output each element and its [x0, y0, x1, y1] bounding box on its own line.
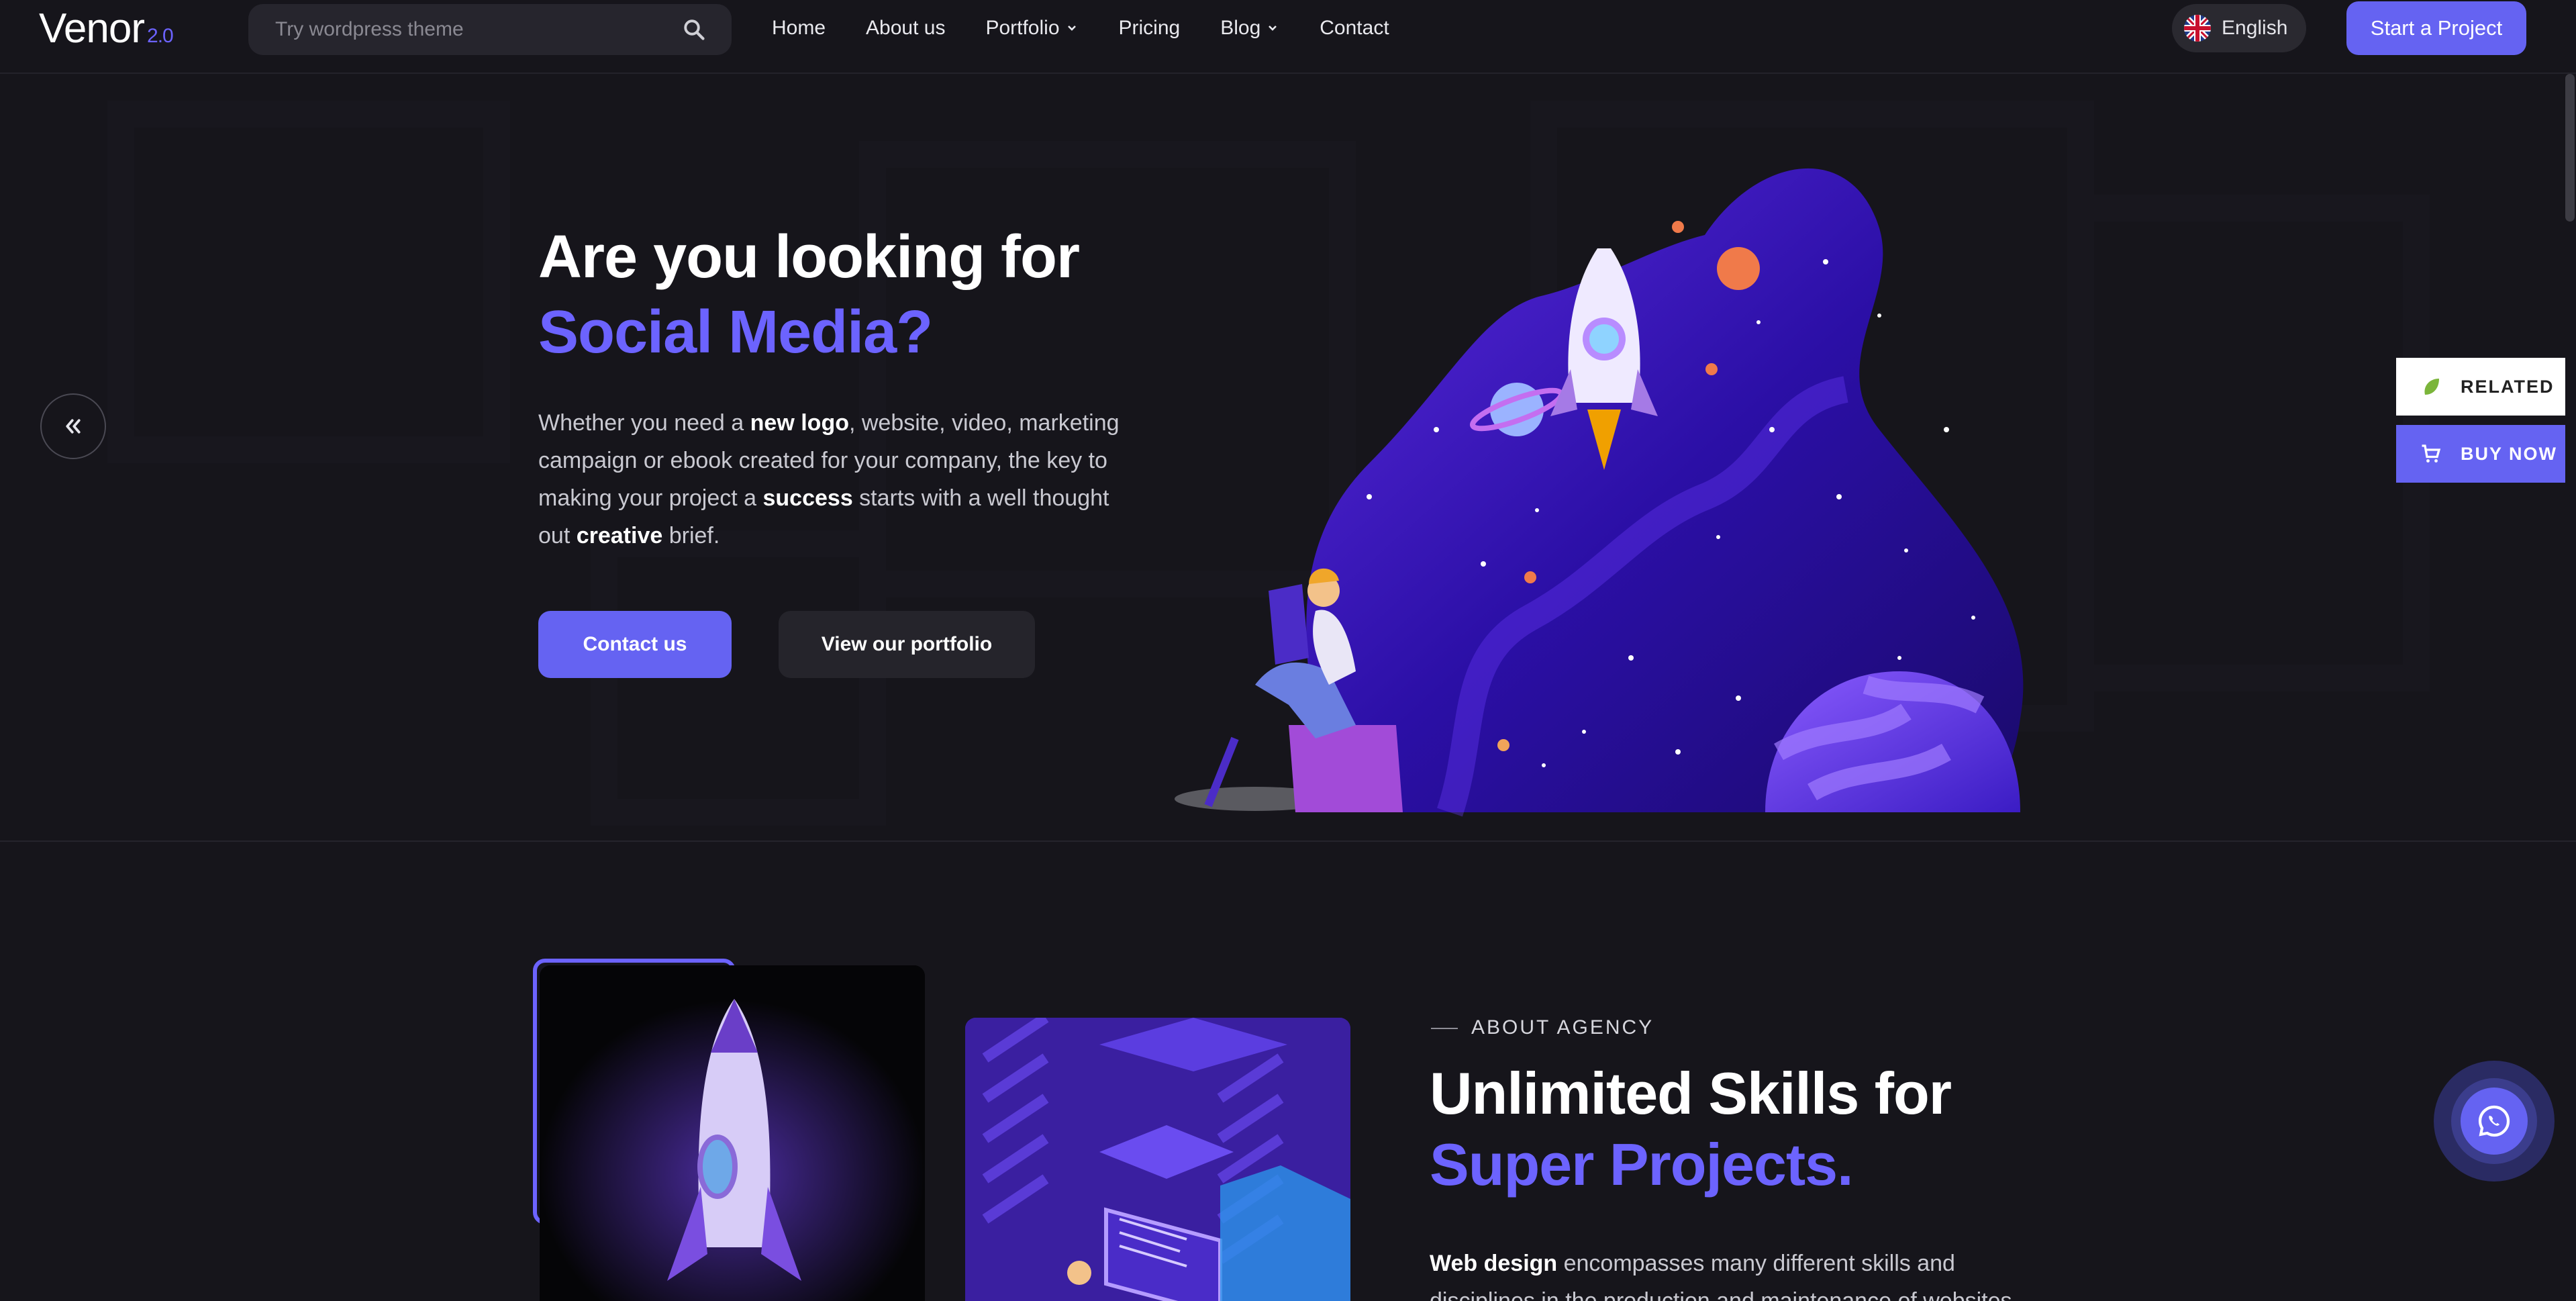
- language-switcher[interactable]: English: [2172, 4, 2306, 52]
- menu-item-blog[interactable]: Blog: [1220, 15, 1279, 42]
- menu-item-pricing[interactable]: Pricing: [1119, 15, 1181, 42]
- menu-item-about[interactable]: About us: [866, 15, 945, 42]
- about-title-highlight: Super Projects.: [1430, 1131, 1854, 1198]
- menu-item-label: Pricing: [1118, 17, 1181, 39]
- main-menu: Home About us Portfolio Pricing Blog Con…: [772, 15, 1430, 42]
- view-portfolio-button[interactable]: View our portfolio: [779, 611, 1035, 678]
- rocket-illustration: [540, 965, 925, 1301]
- menu-item-label: Contact: [1320, 17, 1389, 39]
- about-eyebrow: ABOUT AGENCY: [1471, 1016, 1654, 1039]
- page: Venor2.0 Home About us Portfolio Pricing…: [0, 0, 2576, 1301]
- hero-title: Are you looking for: [538, 224, 1080, 291]
- contact-us-button[interactable]: Contact us: [538, 611, 732, 678]
- hero-title-highlight: Social Media?: [538, 299, 933, 366]
- hero-description: Whether you need a new logo, website, vi…: [538, 410, 1120, 548]
- about-title: Unlimited Skills for: [1430, 1060, 1952, 1126]
- start-project-button[interactable]: Start a Project: [2346, 1, 2526, 55]
- menu-item-home[interactable]: Home: [772, 15, 826, 42]
- space-illustration: [1175, 168, 2024, 817]
- menu-item-contact[interactable]: Contact: [1320, 15, 1389, 42]
- menu-item-label: Blog: [1220, 17, 1261, 39]
- double-chevron-left-icon: [66, 419, 81, 434]
- logo-version: 2.0: [147, 25, 174, 47]
- slider-prev-button[interactable]: [40, 393, 106, 459]
- isometric-city-image: [965, 1018, 1350, 1301]
- search-icon[interactable]: [682, 17, 706, 42]
- top-navbar: Venor2.0 Home About us Portfolio Pricing…: [0, 0, 2576, 74]
- leaf-icon: [2424, 379, 2439, 395]
- whatsapp-icon: [2478, 1105, 2510, 1137]
- menu-item-label: Portfolio: [985, 17, 1060, 39]
- menu-item-portfolio[interactable]: Portfolio: [985, 15, 1078, 42]
- whatsapp-button[interactable]: [2434, 1061, 2555, 1182]
- chevron-down-icon: [1067, 26, 1076, 31]
- chevron-down-icon: [1269, 26, 1277, 31]
- logo-name: Venor: [39, 5, 145, 52]
- search-input[interactable]: [275, 4, 664, 55]
- related-label: RELATED: [2461, 376, 2555, 397]
- menu-item-label: About us: [866, 17, 946, 39]
- hero-section: Are you looking for Social Media? Whethe…: [0, 74, 2576, 842]
- language-label: English: [2222, 17, 2288, 39]
- related-button[interactable]: RELATED: [2396, 358, 2565, 416]
- buy-now-button[interactable]: BUY NOW: [2396, 425, 2565, 483]
- city-illustration: [965, 1018, 1350, 1301]
- menu-item-label: Home: [772, 17, 826, 39]
- whatsapp-button-inner: [2461, 1088, 2528, 1155]
- logo[interactable]: Venor 2.0: [39, 5, 174, 60]
- search-bar: [248, 4, 732, 55]
- about-description: Web design encompasses many different sk…: [1430, 1251, 2018, 1301]
- buy-now-label: BUY NOW: [2461, 443, 2558, 464]
- uk-flag-icon: [2184, 15, 2211, 42]
- rocket-image: [540, 965, 925, 1301]
- cart-icon: [2422, 444, 2441, 463]
- eyebrow-line: [1431, 1028, 1458, 1029]
